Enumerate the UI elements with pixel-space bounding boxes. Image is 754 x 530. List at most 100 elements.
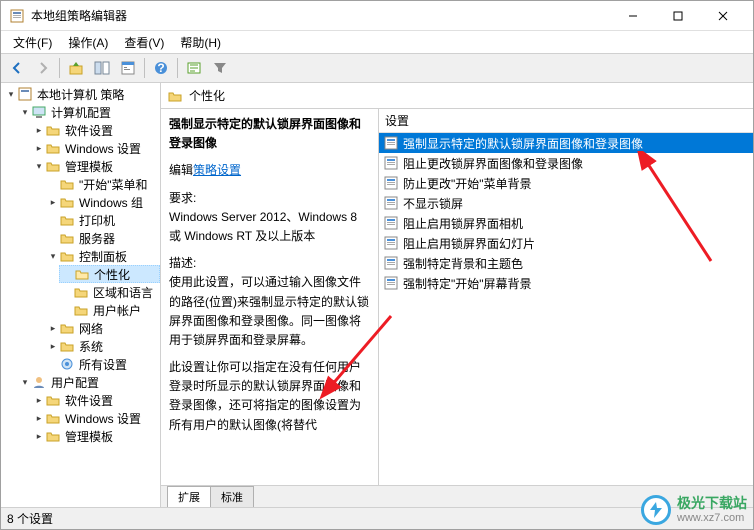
detail-description: 描述:使用此设置，可以通过输入图像文件的路径(位置)来强制显示特定的默认锁屏界面… [169,254,370,350]
expand-icon[interactable]: ▾ [47,250,59,262]
expand-icon[interactable]: ▸ [47,322,59,334]
expand-icon[interactable]: ▸ [33,430,45,442]
toolbar: ? [1,53,753,83]
folder-icon [73,302,89,318]
detail-requirements: 要求:Windows Server 2012、Windows 8 或 Windo… [169,189,370,247]
list-row[interactable]: 强制特定"开始"屏幕背景 [379,273,753,293]
tree-label: 所有设置 [77,356,129,373]
policy-item-icon [383,215,399,231]
tree-node-start-menu[interactable]: "开始"菜单和 [45,175,160,193]
tree-label: Windows 组 [77,194,145,211]
folder-icon [59,176,75,192]
tree-node-system[interactable]: ▸ 系统 [45,337,160,355]
filter-button[interactable] [208,56,232,80]
tree-label: Windows 设置 [63,140,143,157]
menu-action[interactable]: 操作(A) [60,32,116,53]
toolbar-separator [59,58,60,78]
folder-icon [45,140,61,156]
up-button[interactable] [64,56,88,80]
menu-view[interactable]: 查看(V) [116,32,172,53]
tree-node-computer-config[interactable]: ▾ 计算机配置 [17,103,160,121]
tree-panel[interactable]: ▾ 本地计算机 策略 ▾ 计算机配置 ▸软件设置 [1,83,161,507]
tree-node-all-settings[interactable]: 所有设置 [45,355,160,373]
tree-node-region[interactable]: 区域和语言 [59,283,160,301]
expand-icon[interactable]: ▸ [47,340,59,352]
list-row[interactable]: 强制特定背景和主题色 [379,253,753,273]
menu-file[interactable]: 文件(F) [5,32,60,53]
tree-label: 个性化 [92,266,132,283]
tree-label: 打印机 [77,212,117,229]
list-row[interactable]: 强制显示特定的默认锁屏界面图像和登录图像 [379,133,753,153]
expand-placeholder [62,268,74,280]
tree-node-root[interactable]: ▾ 本地计算机 策略 [3,85,160,103]
list-item-label: 强制显示特定的默认锁屏界面图像和登录图像 [403,135,643,152]
list-item-label: 强制特定"开始"屏幕背景 [403,275,532,292]
expand-icon[interactable]: ▸ [33,124,45,136]
expand-icon[interactable]: ▸ [33,394,45,406]
policy-item-icon [383,175,399,191]
list-row[interactable]: 阻止启用锁屏界面幻灯片 [379,233,753,253]
show-hide-tree-button[interactable] [90,56,114,80]
toolbar-separator [177,58,178,78]
expand-icon[interactable]: ▾ [5,88,17,100]
policy-item-icon [383,195,399,211]
app-icon [9,8,25,24]
forward-button[interactable] [31,56,55,80]
expand-placeholder [47,358,59,370]
tree-node-windows-components[interactable]: ▸ Windows 组 [45,193,160,211]
policy-icon [17,86,33,102]
tree-node-user-software[interactable]: ▸软件设置 [31,391,160,409]
tree-label: 计算机配置 [49,104,113,121]
tree-node-network[interactable]: ▸网络 [45,319,160,337]
detail-pane[interactable]: 强制显示特定的默认锁屏界面图像和登录图像 编辑策略设置 要求:Windows S… [161,109,379,485]
list-row[interactable]: 阻止启用锁屏界面相机 [379,213,753,233]
tree-label: 本地计算机 策略 [35,86,126,103]
tree-node-user-config[interactable]: ▾用户配置 [17,373,160,391]
expand-icon[interactable]: ▸ [33,412,45,424]
tree-node-server[interactable]: 服务器 [45,229,160,247]
list-row[interactable]: 不显示锁屏 [379,193,753,213]
properties-button[interactable] [116,56,140,80]
list-row[interactable]: 阻止更改锁屏界面图像和登录图像 [379,153,753,173]
tree-node-printers[interactable]: 打印机 [45,211,160,229]
tree-node-control-panel[interactable]: ▾控制面板 [45,247,160,265]
tree-node-personalization[interactable]: 个性化 [59,265,160,283]
toolbar-separator [144,58,145,78]
back-button[interactable] [5,56,29,80]
policy-item-icon [383,275,399,291]
edit-policy-link[interactable]: 策略设置 [193,163,241,177]
settings-list[interactable]: 设置 强制显示特定的默认锁屏界面图像和登录图像 阻止更改锁屏界面图像和登录图像 … [379,109,753,485]
body: ▾ 本地计算机 策略 ▾ 计算机配置 ▸软件设置 [1,83,753,507]
folder-icon [59,338,75,354]
tree-label: 系统 [77,338,105,355]
filter-options-button[interactable] [182,56,206,80]
minimize-button[interactable] [610,1,655,31]
tree-node-user-admin[interactable]: ▸管理模板 [31,427,160,445]
folder-icon [45,122,61,138]
tree-node-windows[interactable]: ▸ Windows 设置 [31,139,160,157]
maximize-button[interactable] [655,1,700,31]
list-row[interactable]: 防止更改"开始"菜单背景 [379,173,753,193]
list-column-header[interactable]: 设置 [379,109,753,133]
help-button[interactable]: ? [149,56,173,80]
tree-node-admin-templates[interactable]: ▾管理模板 [31,157,160,175]
folder-icon [59,230,75,246]
menu-help[interactable]: 帮助(H) [172,32,229,53]
expand-placeholder [47,178,59,190]
detail-edit-line: 编辑策略设置 [169,161,370,180]
close-button[interactable] [700,1,745,31]
tree-node-user-accounts[interactable]: 用户帐户 [59,301,160,319]
expand-icon[interactable]: ▾ [19,106,31,118]
expand-icon[interactable]: ▸ [47,196,59,208]
list-item-label: 阻止更改锁屏界面图像和登录图像 [403,155,583,172]
tree-node-software[interactable]: ▸软件设置 [31,121,160,139]
expand-icon[interactable]: ▸ [33,142,45,154]
tab-extended[interactable]: 扩展 [167,486,211,507]
window-title: 本地组策略编辑器 [31,7,610,24]
expand-icon[interactable]: ▾ [33,160,45,172]
expand-icon[interactable]: ▾ [19,376,31,388]
tree-label: 用户帐户 [91,302,143,319]
folder-icon [45,392,61,408]
tab-standard[interactable]: 标准 [210,486,254,507]
tree-node-user-windows[interactable]: ▸Windows 设置 [31,409,160,427]
